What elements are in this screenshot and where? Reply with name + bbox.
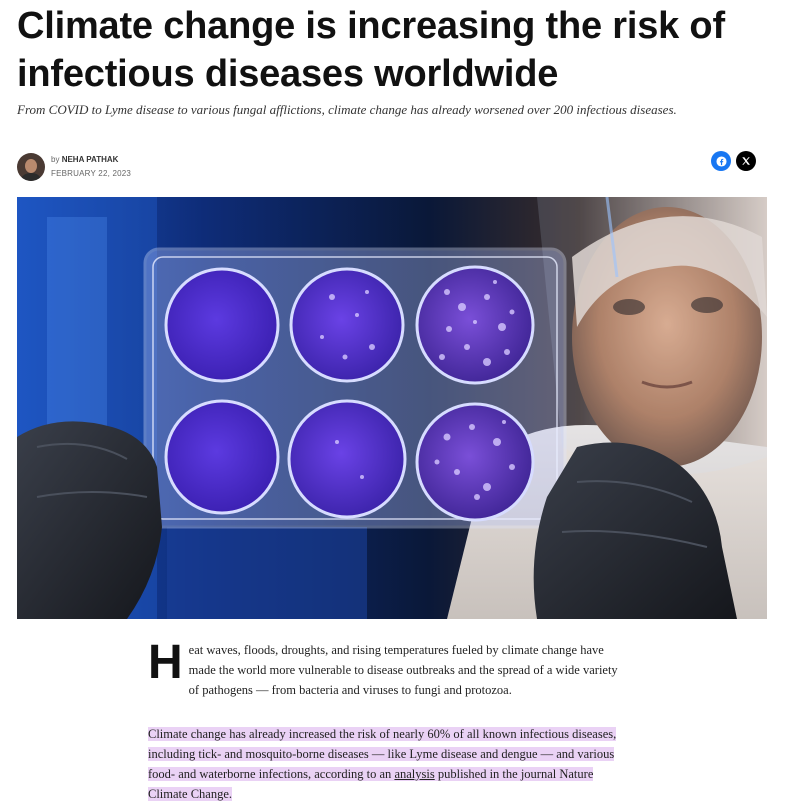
byline-prefix: by bbox=[51, 155, 60, 164]
author-name-link[interactable]: NEHA PATHAK bbox=[62, 155, 119, 164]
article-dek: From COVID to Lyme disease to various fu… bbox=[17, 102, 677, 117]
article-body: Heat waves, floods, droughts, and rising… bbox=[148, 636, 628, 804]
paragraph-2: Climate change has already increased the… bbox=[148, 724, 628, 804]
author-avatar[interactable] bbox=[17, 153, 45, 181]
facebook-share-button[interactable] bbox=[711, 151, 731, 171]
byline-text: by NEHA PATHAK FEBRUARY 22, 2023 bbox=[51, 154, 131, 180]
analysis-link[interactable]: analysis bbox=[394, 767, 434, 781]
x-icon bbox=[742, 157, 750, 165]
paragraph-1-text: eat waves, floods, droughts, and rising … bbox=[188, 643, 618, 697]
publish-date: FEBRUARY 22, 2023 bbox=[51, 169, 132, 178]
x-share-button[interactable] bbox=[736, 151, 756, 171]
paragraph-1: Heat waves, floods, droughts, and rising… bbox=[148, 636, 628, 700]
hero-image bbox=[17, 197, 767, 619]
share-buttons bbox=[711, 151, 756, 171]
facebook-icon bbox=[715, 155, 727, 167]
article-headline: Climate change is increasing the risk of… bbox=[17, 5, 725, 95]
highlighted-text: Climate change has already increased the… bbox=[148, 727, 617, 801]
drop-cap: H bbox=[148, 636, 183, 689]
byline: by NEHA PATHAK FEBRUARY 22, 2023 bbox=[17, 152, 131, 182]
